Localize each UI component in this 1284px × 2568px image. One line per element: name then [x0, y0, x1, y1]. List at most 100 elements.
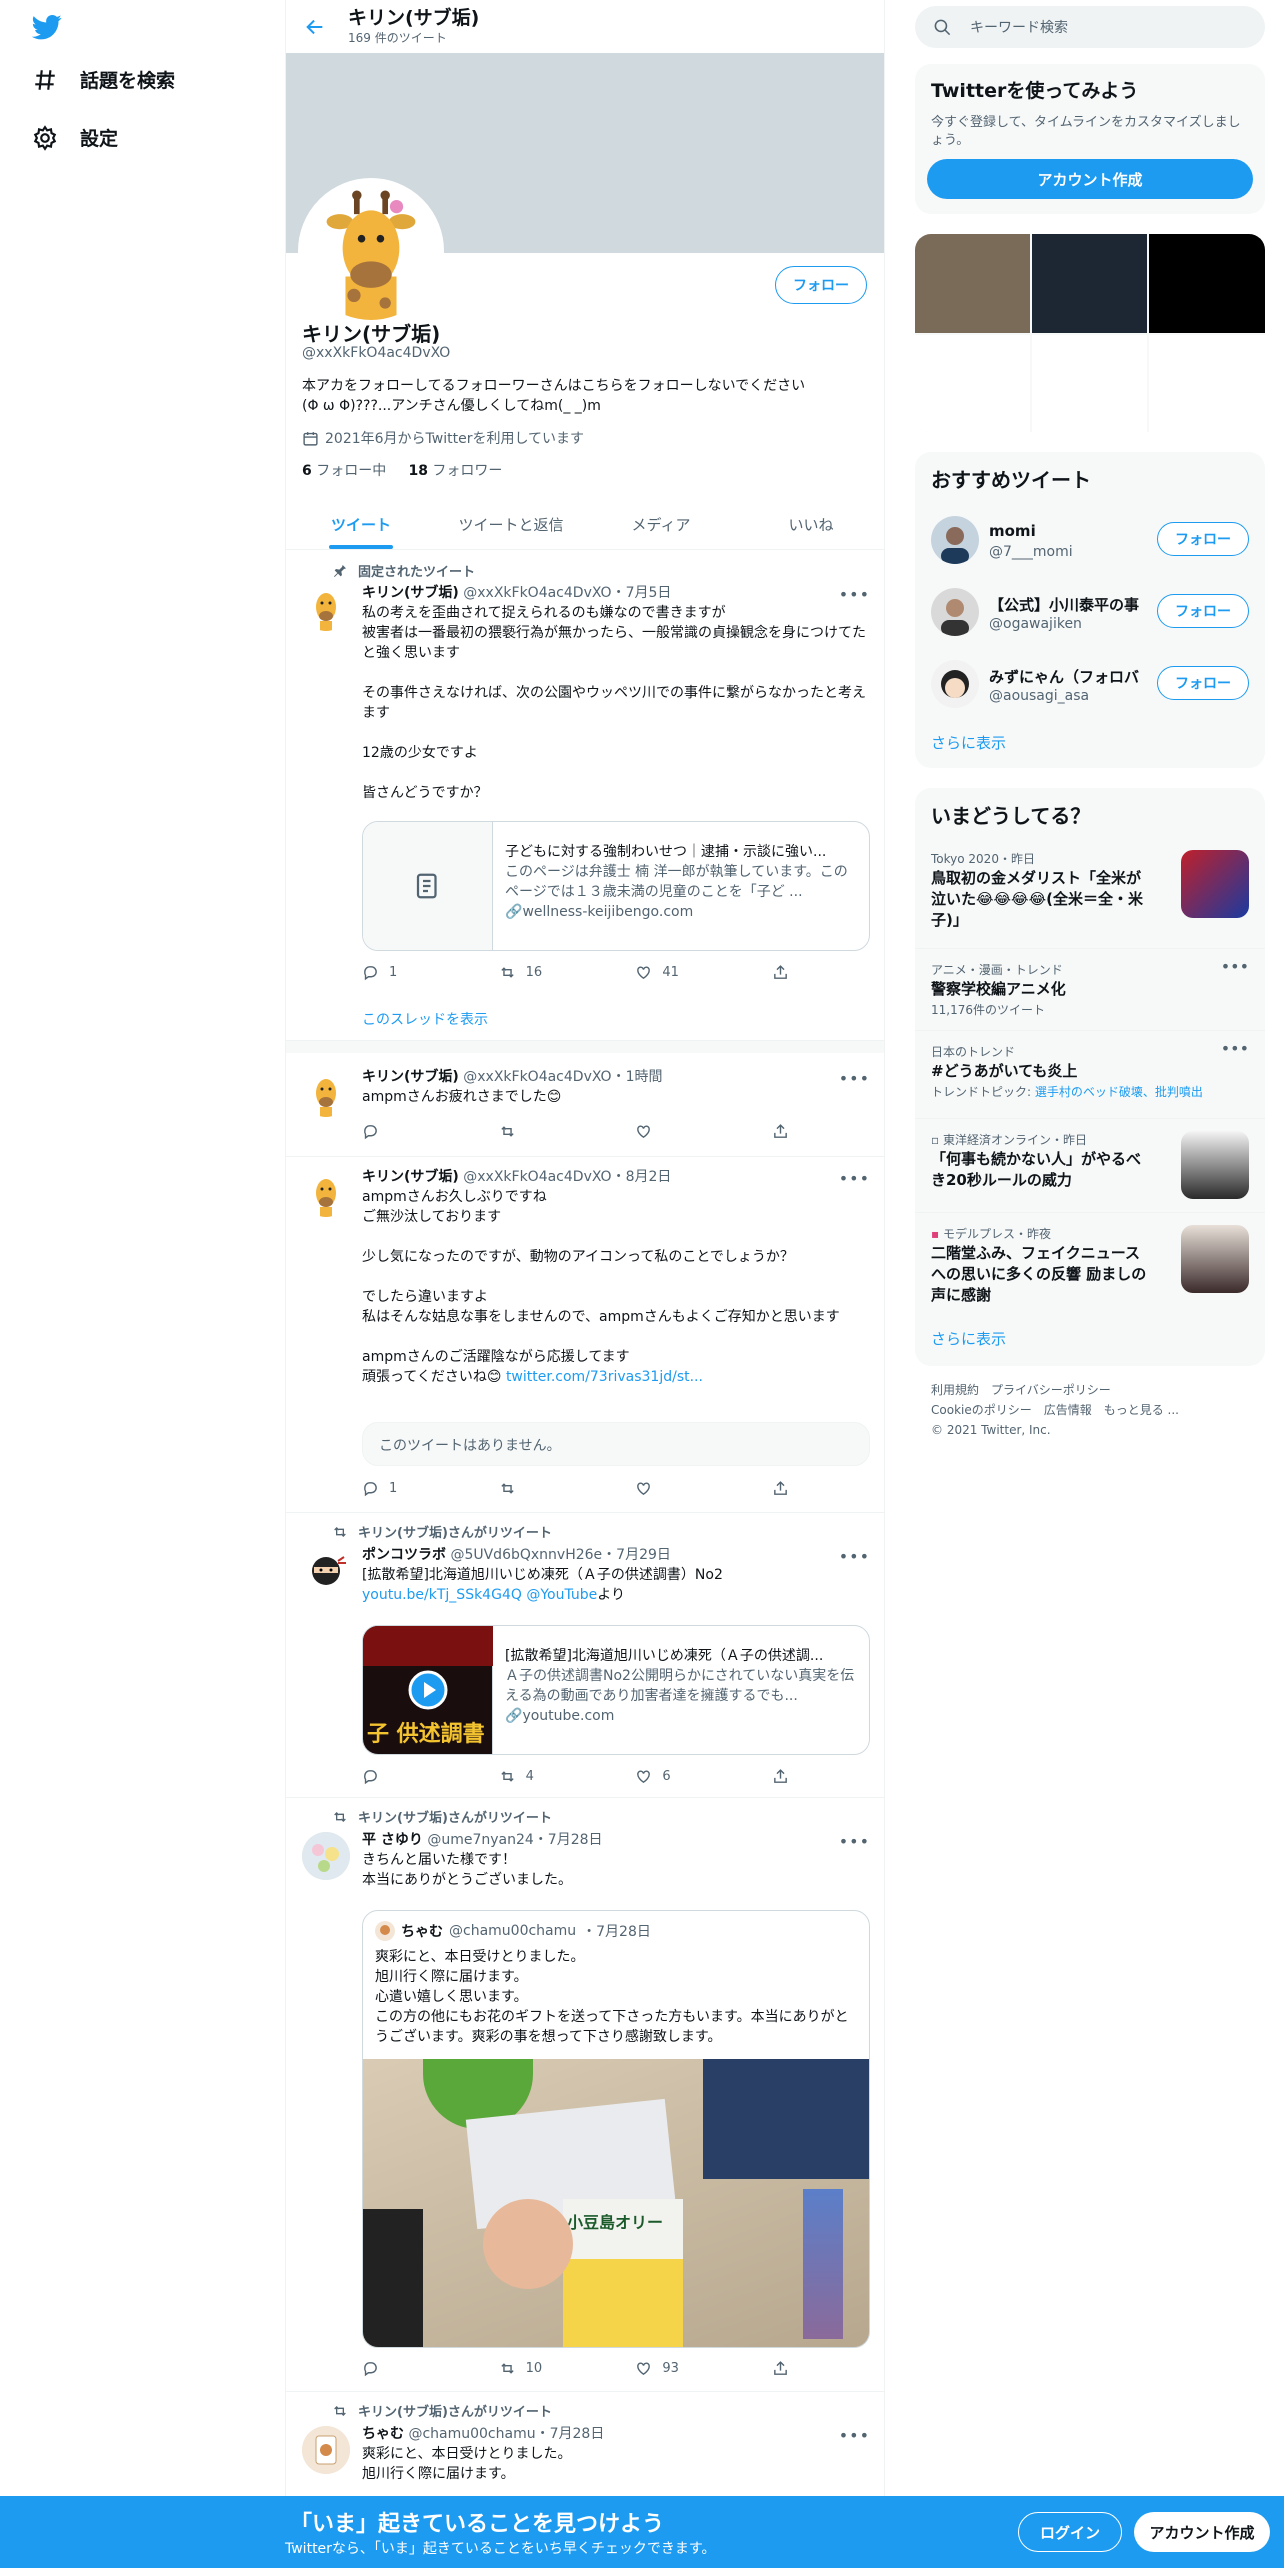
search-box[interactable]: キーワード検索 — [915, 6, 1265, 48]
nav-explore[interactable]: 話題を検索 — [32, 66, 175, 93]
tweet-author-name[interactable]: ポンコツラボ — [362, 1547, 446, 1563]
tweet-author-handle[interactable]: @ume7nyan24 — [427, 1832, 533, 1848]
signup-button[interactable]: アカウント作成 — [927, 159, 1253, 199]
tweet-author-name[interactable]: キリン(サブ垢) — [362, 585, 459, 601]
nav-settings[interactable]: 設定 — [32, 124, 118, 151]
trend-item[interactable]: 日本のトレンド ••• #どうあがいても炎上 トレンドトピック: 選手村のベッド… — [915, 1030, 1265, 1112]
tweet-avatar[interactable] — [302, 1547, 350, 1595]
tweet-avatar[interactable] — [302, 2426, 350, 2474]
media-thumb-1[interactable] — [915, 234, 1030, 333]
retweet-button[interactable] — [499, 1480, 569, 1497]
tweet-time[interactable]: ・8月2日 — [612, 1169, 672, 1185]
follow-button[interactable]: フォロー — [1157, 594, 1249, 628]
recommended-user[interactable]: 【公式】小川泰平の事 @ogawajiken フォロー — [915, 576, 1265, 648]
share-button[interactable] — [772, 1123, 792, 1140]
tweet-author-name[interactable]: キリン(サブ垢) — [362, 1069, 459, 1085]
trend-item[interactable]: アニメ・漫画・トレンド ••• 警察学校編アニメ化 11,176件のツイート — [915, 948, 1265, 1018]
quote-tweet[interactable]: ちゃむ @chamu00chamu ・7月28日 爽彩にと、本日受けとりました。 … — [362, 1910, 870, 2348]
media-thumb-3[interactable] — [1149, 234, 1265, 333]
footer-links-2[interactable]: Cookieのポリシー 広告情報 もっと見る ... — [931, 1400, 1251, 1420]
media-thumb-2[interactable] — [1032, 234, 1147, 333]
tweet-time[interactable]: ・7月5日 — [612, 585, 672, 601]
tweet-pinned[interactable]: 固定されたツイート ••• キリン(サブ垢) @xxXkFkO4ac4DvXO・… — [286, 551, 884, 1041]
trend-item[interactable]: ▪ モデルプレス・昨夜 二階堂ふみ、フェイクニュースへの思いに多くの反響 励まし… — [915, 1212, 1265, 1316]
tweet-time[interactable]: ・7月28日 — [534, 1832, 603, 1848]
tweet-avatar[interactable] — [302, 1069, 350, 1117]
reply-button[interactable] — [362, 1123, 432, 1140]
tweet-link[interactable]: twitter.com/73rivas31jd/st... — [506, 1369, 703, 1385]
tab-tweets[interactable]: ツイート — [286, 500, 436, 549]
video-card[interactable]: 子 供述調書 [拡散希望]北海道旭川いじめ凍死（Ａ子の供述調... Ａ子の供述調… — [362, 1625, 870, 1755]
tweet-author-name[interactable]: キリン(サブ垢) — [362, 1169, 459, 1185]
tweet-author-handle[interactable]: @xxXkFkO4ac4DvXO — [463, 1069, 611, 1085]
like-button[interactable]: 41 — [635, 964, 705, 981]
tab-likes[interactable]: いいね — [736, 500, 884, 549]
tweet-time[interactable]: ・7月29日 — [602, 1547, 671, 1563]
tweet-avatar[interactable] — [302, 1832, 350, 1880]
link-card[interactable]: 子どもに対する強制わいせつ｜逮捕・示談に強い... このページは弁護士 楠 洋一… — [362, 821, 870, 951]
reply-button[interactable]: 1 — [362, 964, 432, 981]
tweet-avatar[interactable] — [302, 1169, 350, 1217]
media-thumb-5[interactable] — [1032, 335, 1147, 432]
following-link[interactable]: 6 フォロー中 — [302, 463, 386, 479]
share-button[interactable] — [772, 2360, 792, 2377]
tweet-author-handle[interactable]: @chamu00chamu — [408, 2426, 535, 2442]
show-more-link[interactable]: さらに表示 — [931, 732, 1006, 753]
like-button[interactable]: 6 — [635, 1768, 705, 1785]
trend-item[interactable]: Tokyo 2020・昨日 鳥取初の金メダリスト「全米が泣いた😂😂😂😂(全米＝全… — [915, 838, 1265, 958]
tweet-author-handle[interactable]: @xxXkFkO4ac4DvXO — [463, 585, 611, 601]
show-thread-link[interactable]: このスレッドを表示 — [362, 1009, 488, 1029]
media-thumb-4[interactable] — [915, 335, 1030, 432]
retweet-button[interactable]: 10 — [499, 2360, 569, 2377]
tab-tweets-and-replies[interactable]: ツイートと返信 — [436, 500, 586, 549]
retweet[interactable]: キリン(サブ垢)さんがリツイート ••• 平 さゆり @ume7nyan24・7… — [286, 1798, 884, 2392]
trends-show-more-link[interactable]: さらに表示 — [931, 1328, 1006, 1349]
trend-item[interactable]: ▫ 東洋経済オンライン・昨日 「何事も続かない人」がやるべき20秒ルールの威力 — [915, 1118, 1265, 1212]
retweet-button[interactable]: 4 — [499, 1768, 569, 1785]
reply-button[interactable] — [362, 1768, 432, 1785]
tweet-avatar[interactable] — [302, 583, 350, 631]
like-button[interactable] — [635, 1480, 705, 1497]
tweet-author-handle[interactable]: @5UVd6bQxnnvH26e — [450, 1547, 602, 1563]
footer-links-1[interactable]: 利用規約 プライバシーポリシー — [931, 1380, 1251, 1400]
reply-button[interactable] — [362, 2360, 432, 2377]
video-thumbnail[interactable]: 子 供述調書 — [363, 1626, 493, 1754]
youtube-mention[interactable]: @YouTube — [526, 1587, 597, 1603]
media-thumb-6[interactable] — [1149, 335, 1265, 432]
followers-link[interactable]: 18 フォロワー — [408, 463, 502, 479]
quote-photo[interactable]: 小豆島オリー — [363, 2059, 869, 2347]
retweet-button[interactable]: 16 — [499, 964, 569, 981]
tweet-time[interactable]: ・1時間 — [612, 1069, 663, 1085]
bottom-signup-button[interactable]: アカウント作成 — [1134, 2512, 1270, 2552]
trend-topic-link[interactable]: 選手村のベッド破壊、批判噴出 — [1035, 1085, 1203, 1099]
recommended-user[interactable]: momi @7___momi フォロー — [915, 504, 1265, 576]
tweet-author-handle[interactable]: @xxXkFkO4ac4DvXO — [463, 1169, 611, 1185]
share-button[interactable] — [772, 1768, 792, 1785]
tweet[interactable]: ••• キリン(サブ垢) @xxXkFkO4ac4DvXO・1時間 ampmさん… — [286, 1053, 884, 1157]
reply-button[interactable]: 1 — [362, 1480, 432, 1497]
twitter-logo-icon[interactable] — [30, 12, 64, 42]
trend-more-icon[interactable]: ••• — [1221, 1039, 1249, 1058]
recommended-user[interactable]: みずにゃん（フォロバ @aousagi_asa フォロー — [915, 648, 1265, 720]
tweet-time[interactable]: ・7月28日 — [536, 2426, 605, 2442]
share-button[interactable] — [772, 1480, 792, 1497]
profile-avatar[interactable] — [298, 178, 444, 324]
login-button[interactable]: ログイン — [1018, 2512, 1122, 2552]
share-button[interactable] — [772, 964, 792, 981]
like-button[interactable] — [635, 1123, 705, 1140]
retweet-button[interactable] — [499, 1123, 569, 1140]
retweet[interactable]: キリン(サブ垢)さんがリツイート ••• ポンコツラボ @5UVd6bQxnnv… — [286, 1513, 884, 1798]
tab-media[interactable]: メディア — [586, 500, 736, 549]
tweet-author-name[interactable]: ちゃむ — [362, 2426, 404, 2442]
profile-follow-button[interactable]: フォロー — [775, 266, 867, 304]
tweet[interactable]: ••• キリン(サブ垢) @xxXkFkO4ac4DvXO・8月2日 ampmさ… — [286, 1157, 884, 1513]
follow-button[interactable]: フォロー — [1157, 522, 1249, 556]
youtube-link[interactable]: youtu.be/kTj_SSk4G4Q — [362, 1587, 522, 1603]
play-icon[interactable] — [408, 1670, 448, 1710]
media-grid[interactable] — [915, 234, 1265, 432]
back-arrow-icon[interactable] — [304, 16, 326, 38]
follow-button[interactable]: フォロー — [1157, 666, 1249, 700]
trend-more-icon[interactable]: ••• — [1221, 957, 1249, 976]
tweet-author-name[interactable]: 平 さゆり — [362, 1832, 423, 1848]
like-button[interactable]: 93 — [635, 2360, 705, 2377]
